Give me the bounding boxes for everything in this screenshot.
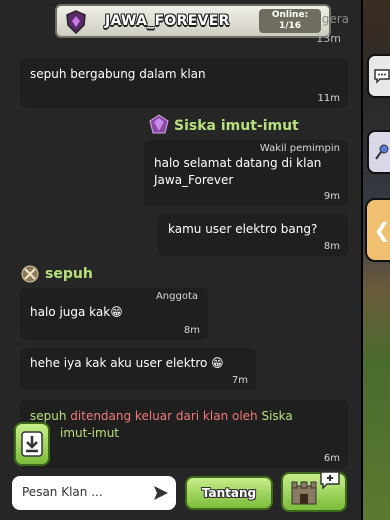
clan-header[interactable]: JAWA_FOREVER Online: 1/16 — [55, 4, 331, 38]
system-message-text: sepuh bergabung dalam klan — [30, 67, 206, 81]
sender-role: Anggota — [155, 291, 198, 302]
add-speech-icon — [320, 471, 340, 490]
pin-icon — [375, 144, 389, 160]
message-time: 9m — [323, 191, 340, 202]
message-time: 8m — [323, 241, 340, 252]
clan-badge-icon — [66, 10, 86, 34]
kicked-user-name: sepuh — [30, 409, 67, 423]
chat-message: Anggota halo juga kak😁 8m — [20, 288, 208, 340]
message-time: 7m — [231, 375, 248, 386]
chat-message: Wakil pemimpin halo selamat datang di kl… — [144, 140, 348, 206]
message-text: kamu user elektro bang? — [168, 222, 318, 236]
message-text: hehe iya kak aku user elektro 😁 — [30, 356, 224, 370]
gem-icon — [149, 114, 169, 134]
sender-name[interactable]: Siska imut-imut — [174, 118, 299, 134]
online-count-badge: Online: 1/16 — [259, 9, 321, 33]
kicker-name: Siska — [261, 409, 293, 423]
system-message: sepuh bergabung dalam klan 11m — [20, 58, 348, 108]
scroll-down-button[interactable] — [14, 422, 50, 466]
speech-bubble-icon — [374, 69, 390, 84]
chat-message: hehe iya kak aku user elektro 😁 7m — [20, 348, 256, 390]
clan-chat-panel: JAWA_FOREVER Online: 1/16 gera 13m sepuh… — [0, 0, 361, 520]
message-time: 8m — [183, 325, 200, 336]
clan-castle-request-button[interactable] — [281, 471, 347, 512]
download-icon — [21, 431, 43, 457]
chat-message: kamu user elektro bang? 8m — [158, 214, 348, 256]
message-time: 6m — [323, 453, 340, 464]
challenge-button[interactable]: Tantang — [185, 476, 273, 510]
system-message-text: sepuh ditendang keluar dari klan oleh Si… — [30, 408, 340, 442]
message-text: halo juga kak😁 — [30, 305, 123, 319]
message-text: halo selamat datang di klan Jawa_Forever — [154, 156, 322, 187]
message-time: 11m — [317, 93, 340, 104]
input-placeholder: Pesan Klan ... — [22, 485, 103, 499]
kick-text: ditendang keluar dari klan oleh — [66, 409, 262, 423]
chat-toggle-button[interactable] — [367, 54, 390, 98]
game-view-edge: ❮ — [361, 0, 390, 520]
chevron-left-icon: ❮ — [373, 218, 390, 242]
online-count: 1/16 — [278, 21, 302, 31]
send-icon[interactable] — [152, 484, 170, 502]
clan-name: JAWA_FOREVER — [105, 13, 230, 29]
collapse-chat-button[interactable]: ❮ — [365, 198, 390, 262]
online-label: Online: — [271, 10, 309, 20]
pin-button[interactable] — [367, 130, 390, 174]
message-time: 13m — [316, 32, 341, 45]
castle-icon — [291, 481, 317, 505]
sender-name[interactable]: sepuh — [45, 266, 93, 282]
clan-message-input[interactable]: Pesan Klan ... — [12, 476, 176, 510]
sender-role: Wakil pemimpin — [259, 143, 340, 154]
system-message: sepuh ditendang keluar dari klan oleh Si… — [20, 400, 348, 468]
partial-sender-name: gera — [321, 12, 349, 26]
crossed-swords-icon — [21, 265, 39, 283]
